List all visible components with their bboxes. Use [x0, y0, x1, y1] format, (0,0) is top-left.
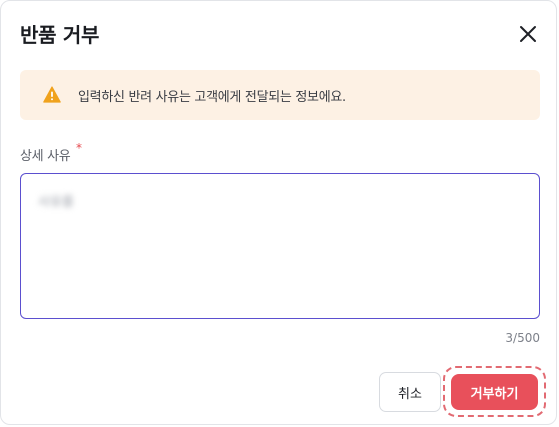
close-button[interactable] — [515, 21, 541, 47]
required-mark: * — [76, 141, 82, 155]
cancel-button[interactable]: 취소 — [379, 372, 441, 412]
char-counter: 3/500 — [505, 331, 540, 345]
reason-textarea[interactable] — [20, 173, 540, 319]
reject-button[interactable]: 거부하기 — [451, 374, 538, 410]
close-icon — [520, 26, 536, 42]
notice-message: 입력하신 반려 사유는 고객에게 전달되는 정보에요. — [78, 90, 346, 105]
warning-icon — [43, 86, 61, 103]
reason-label: 상세 사유 — [20, 149, 71, 164]
dialog-title: 반품 거부 — [20, 23, 100, 47]
notice-banner: 입력하신 반려 사유는 고객에게 전달되는 정보에요. — [20, 70, 540, 120]
return-reject-dialog: 반품 거부 입력하신 반려 사유는 고객에게 전달되는 정보에요. 상세 사유 … — [0, 0, 557, 425]
